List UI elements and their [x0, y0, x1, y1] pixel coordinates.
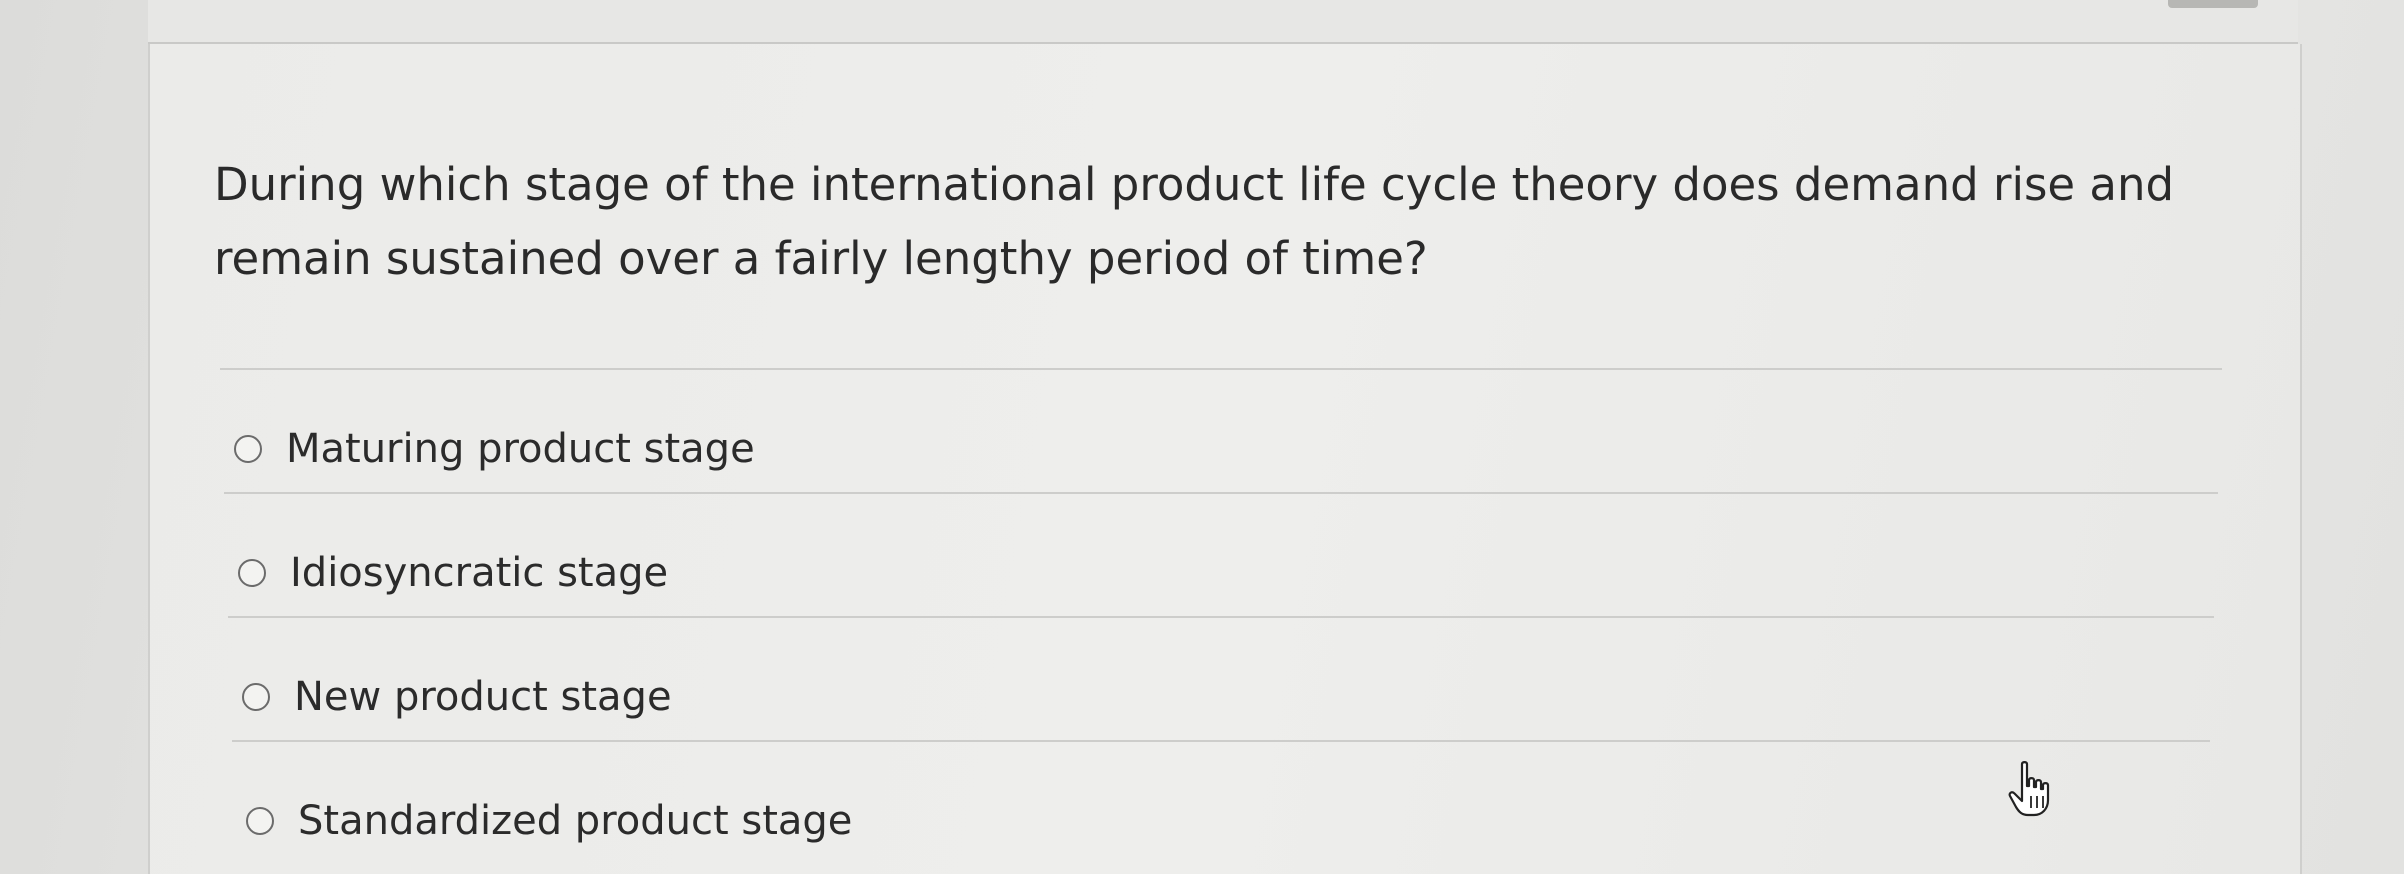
top-toolbar-strip	[148, 0, 2298, 44]
question-text: During which stage of the international …	[214, 158, 2175, 285]
radio-button-icon[interactable]	[246, 807, 274, 835]
option-maturing-product-stage[interactable]: Maturing product stage	[234, 426, 755, 472]
option-idiosyncratic-stage[interactable]: Idiosyncratic stage	[238, 550, 668, 596]
option-divider	[228, 616, 2214, 618]
quiz-page: During which stage of the international …	[0, 0, 2404, 874]
radio-button-icon[interactable]	[234, 435, 262, 463]
toolbar-mark	[2168, 0, 2258, 8]
radio-button-icon[interactable]	[242, 683, 270, 711]
question-divider	[220, 368, 2222, 370]
option-label: Maturing product stage	[286, 426, 755, 472]
option-label: Idiosyncratic stage	[290, 550, 669, 596]
option-divider	[224, 492, 2218, 494]
option-new-product-stage[interactable]: New product stage	[242, 674, 672, 720]
hand-pointer-icon	[2008, 761, 2050, 817]
radio-button-icon[interactable]	[238, 559, 266, 587]
option-label: Standardized product stage	[298, 798, 853, 844]
option-label: New product stage	[294, 674, 672, 720]
question-card: During which stage of the international …	[148, 44, 2302, 874]
option-standardized-product-stage[interactable]: Standardized product stage	[246, 798, 852, 844]
option-divider	[232, 740, 2210, 742]
